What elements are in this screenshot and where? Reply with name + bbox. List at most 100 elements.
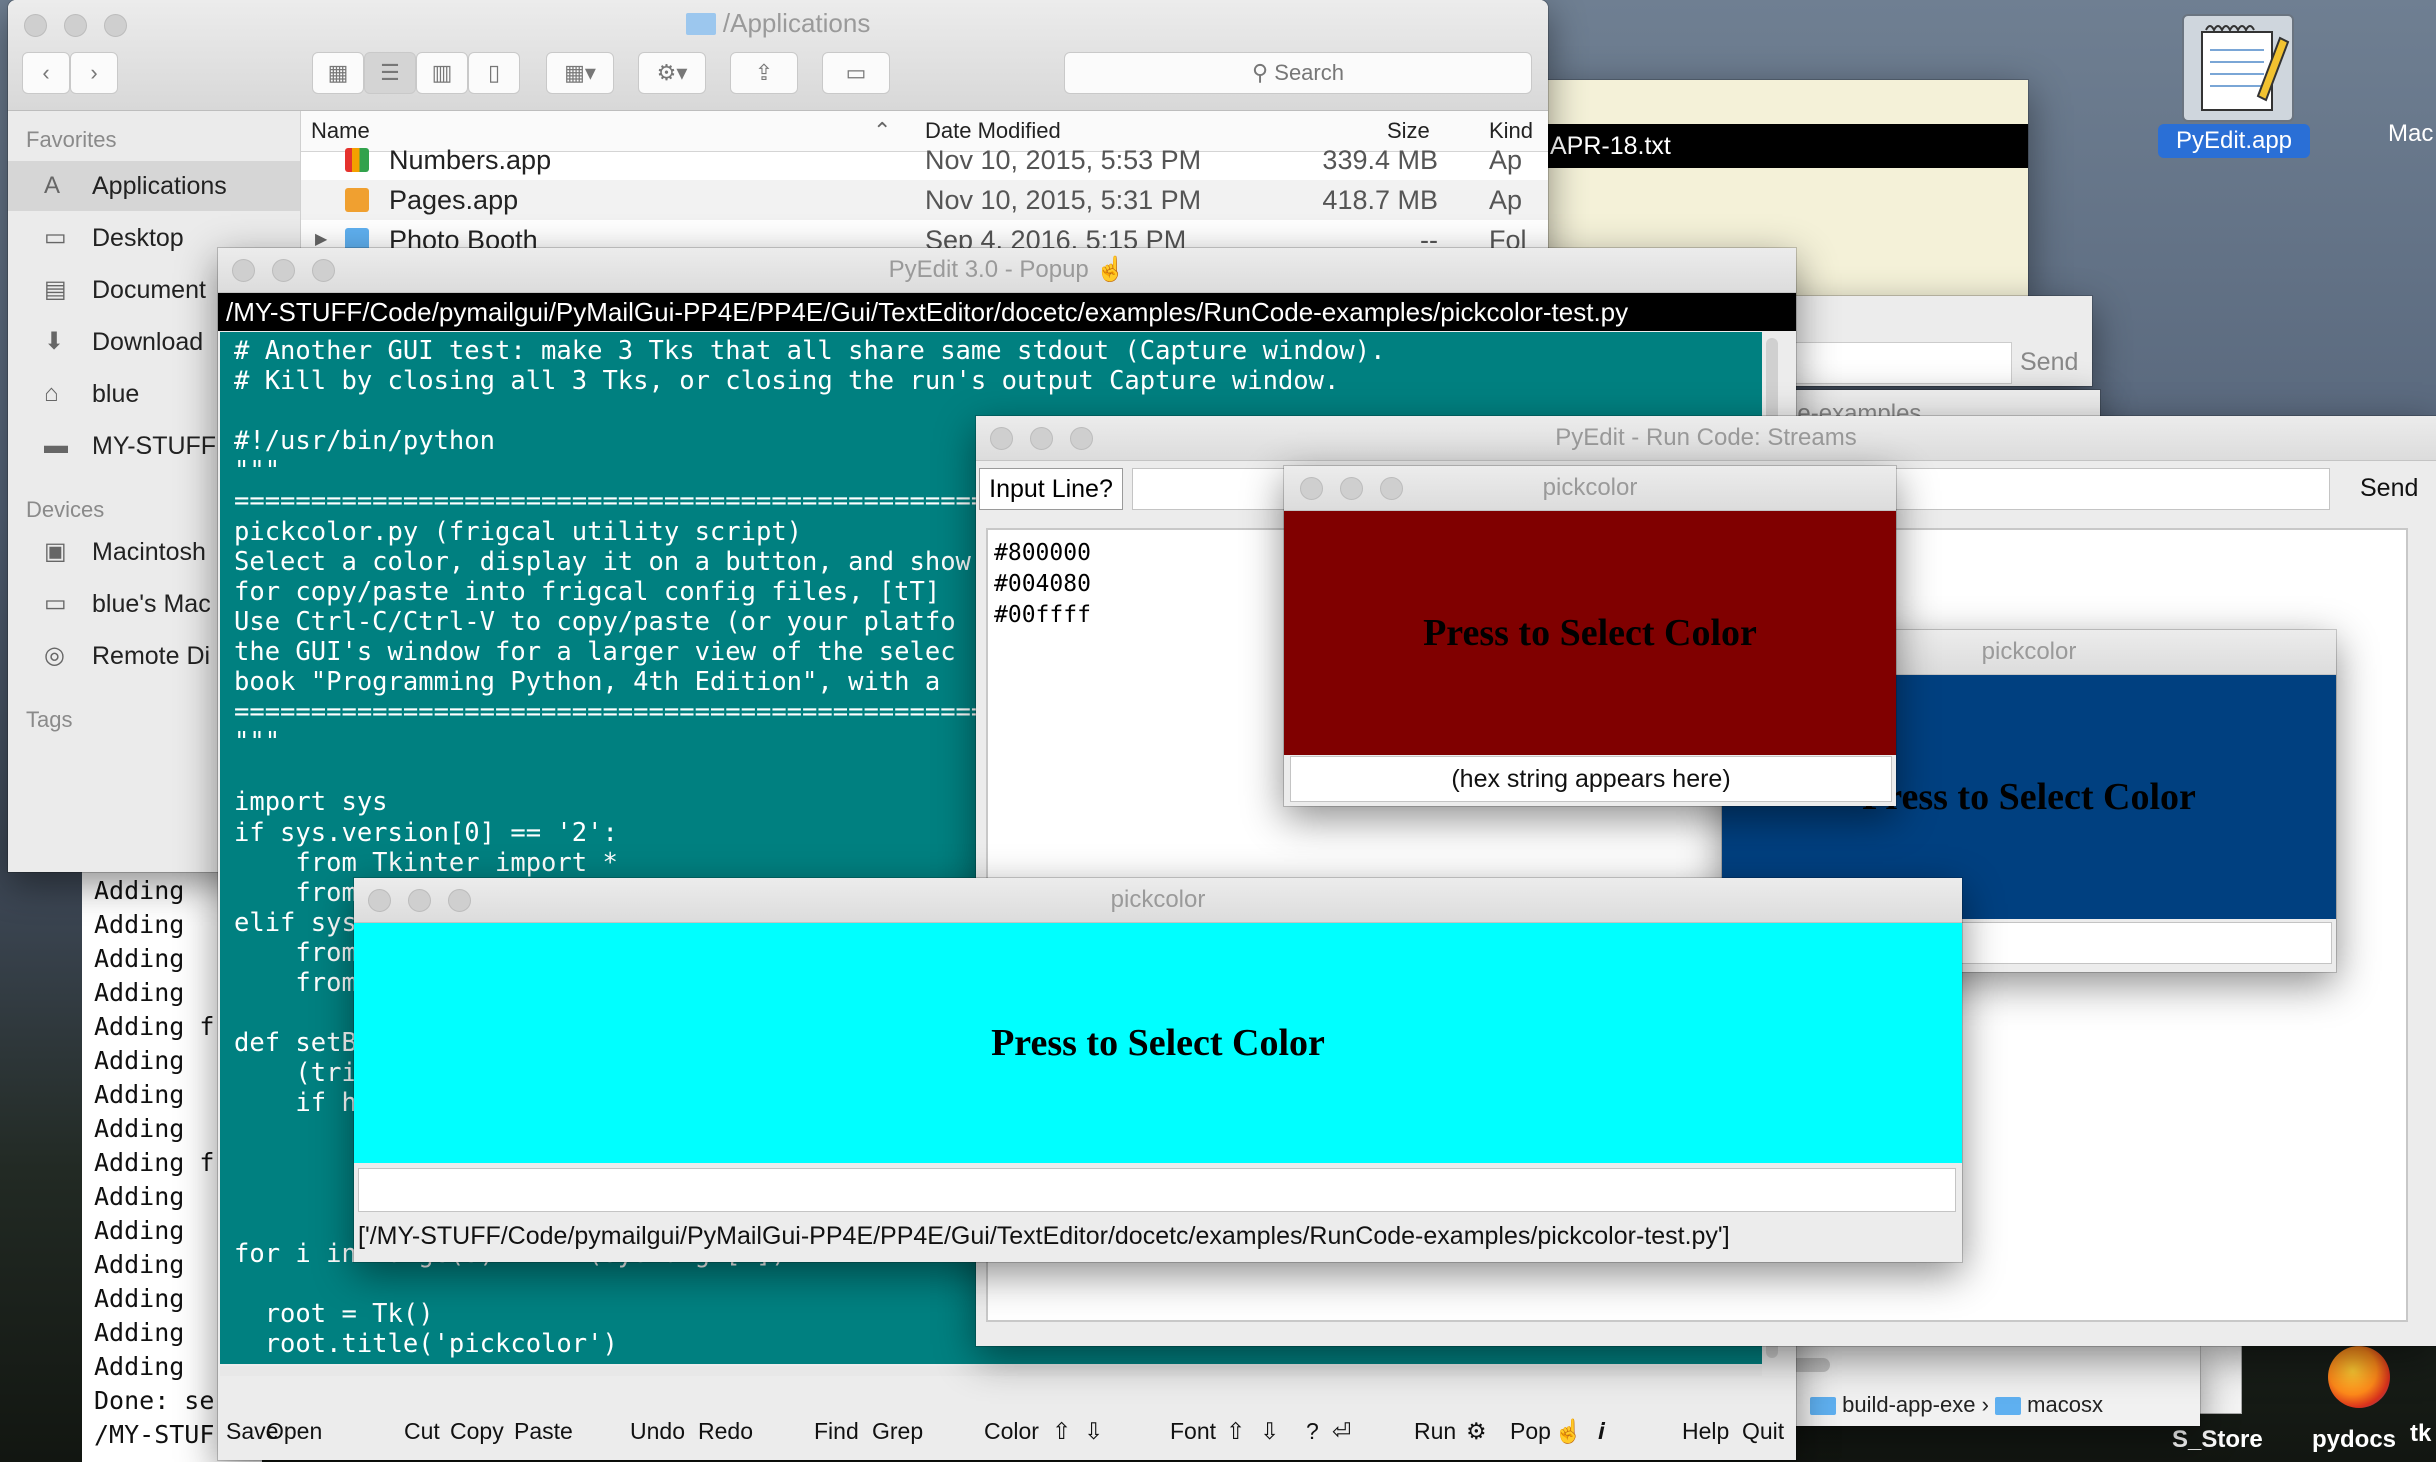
font-up-button[interactable]: ⇧ (1226, 1418, 1245, 1445)
minimize-button[interactable] (408, 889, 431, 912)
send-button[interactable]: Send (2360, 474, 2418, 503)
editor-h-scrollbar[interactable] (220, 1366, 1762, 1376)
zoom-button[interactable] (1070, 427, 1093, 450)
terminal-line: Adding (94, 978, 185, 1007)
cover-flow-icon: ▯ (487, 60, 501, 85)
hex-entry[interactable]: (hex string appears here) (1290, 756, 1892, 802)
pickcolor-titlebar[interactable]: pickcolor (354, 878, 1962, 923)
select-color-button[interactable]: Press to Select Color (1284, 511, 1896, 755)
share-button[interactable]: ⇪ (730, 52, 798, 94)
cover-flow-button[interactable]: ▯ (468, 52, 520, 94)
pyedit-app-label[interactable]: PyEdit.app (2158, 124, 2310, 158)
back-button[interactable]: ‹ (22, 52, 70, 94)
sidebar-item-label: Document (92, 276, 206, 304)
folder-icon: ▬ (44, 432, 68, 459)
font-button[interactable]: Font (1170, 1418, 1216, 1445)
desktop-item-label[interactable]: pydocs (2312, 1426, 2396, 1454)
font-down-button[interactable]: ⇩ (1260, 1418, 1279, 1445)
pop-hand-button[interactable]: ☝ (1554, 1418, 1583, 1445)
forward-button[interactable]: › (70, 52, 118, 94)
path-item[interactable]: macosx (2027, 1392, 2103, 1417)
goto-button[interactable]: ⏎ (1332, 1418, 1351, 1445)
arrange-icon: ▦▾ (564, 60, 596, 85)
chevron-right-icon: › (1981, 1392, 1996, 1417)
sidebar-item-label: Macintosh (92, 538, 206, 566)
action-button[interactable]: ⚙▾ (638, 52, 706, 94)
close-button[interactable] (990, 427, 1013, 450)
file-path-text: /MY-STUFF/Code/pymailgui/PyMailGui-PP4E/… (226, 297, 1629, 327)
redo-button[interactable]: Redo (698, 1418, 753, 1445)
file-kind: Ap (1489, 185, 1523, 215)
folder-icon (1810, 1397, 1836, 1416)
input-line-button[interactable]: Input Line? (979, 468, 1123, 510)
help-button[interactable]: Help (1682, 1418, 1729, 1445)
pop-button[interactable]: Pop (1510, 1418, 1551, 1445)
file-name: Numbers.app (389, 145, 552, 175)
documents-icon: ▤ (44, 276, 67, 303)
pyedit-app-desktop-icon[interactable] (2182, 14, 2294, 122)
select-color-label: Press to Select Color (1423, 612, 1757, 654)
runcode-titlebar[interactable]: PyEdit - Run Code: Streams (976, 416, 2436, 461)
minimize-button[interactable] (1030, 427, 1053, 450)
cut-button[interactable]: Cut (404, 1418, 440, 1445)
grep-button[interactable]: Grep (872, 1418, 923, 1445)
code-line: # Kill by closing all 3 Tks, or closing … (234, 366, 1340, 397)
about-button[interactable]: 𝒊 (1598, 1418, 1604, 1445)
color-button[interactable]: Color (984, 1418, 1039, 1445)
desktop-item-label[interactable]: tk (2410, 1420, 2431, 1448)
icon-view-button[interactable]: ▦ (312, 52, 364, 94)
close-button[interactable] (368, 889, 391, 912)
file-row[interactable]: Pages.app Nov 10, 2015, 5:31 PM 418.7 MB Ap (301, 180, 1548, 220)
text-file-name: APR-18.txt (1550, 132, 1671, 160)
info-button[interactable]: ? (1306, 1418, 1319, 1445)
zoom-button[interactable] (1380, 477, 1403, 500)
list-view-button[interactable]: ☰ (364, 52, 416, 94)
undo-button[interactable]: Undo (630, 1418, 685, 1445)
terminal-line: Adding (94, 1318, 185, 1347)
remote-disc-icon: ◎ (44, 642, 65, 669)
gear-icon: ⚙▾ (656, 60, 688, 85)
terminal-line: Adding (94, 1182, 185, 1211)
terminal-line: Adding (94, 1216, 185, 1245)
file-size: 418.7 MB (1322, 185, 1438, 215)
pickcolor-titlebar[interactable]: pickcolor (1284, 466, 1896, 511)
sidebar-item-label: Applications (92, 172, 227, 200)
hex-entry[interactable] (358, 1168, 1956, 1212)
terminal-line: Adding (94, 1080, 185, 1109)
close-button[interactable] (232, 259, 255, 282)
copy-button[interactable]: Copy (450, 1418, 504, 1445)
background-send-button[interactable]: Send (2020, 348, 2078, 377)
minimize-button[interactable] (1340, 477, 1363, 500)
arrange-button[interactable]: ▦▾ (546, 52, 614, 94)
columns-icon: ▥ (431, 60, 453, 85)
minimize-button[interactable] (272, 259, 295, 282)
quit-button[interactable]: Quit (1742, 1418, 1784, 1445)
zoom-button[interactable] (448, 889, 471, 912)
column-view-button[interactable]: ▥ (416, 52, 468, 94)
close-button[interactable] (1300, 477, 1323, 500)
select-color-button[interactable]: Press to Select Color (354, 923, 1962, 1163)
color-down-button[interactable]: ⇩ (1084, 1418, 1103, 1445)
output-line: #004080 (994, 571, 1091, 597)
sidebar-header-favorites: Favorites (26, 127, 117, 152)
run-gear-button[interactable]: ⚙ (1466, 1418, 1487, 1445)
file-date: Nov 10, 2015, 5:53 PM (925, 145, 1202, 175)
applications-icon: A (44, 172, 61, 199)
chevron-left-icon: ‹ (42, 60, 50, 85)
run-button[interactable]: Run (1414, 1418, 1456, 1445)
sidebar-item-applications[interactable]: A Applications (8, 161, 300, 211)
desktop-item-label[interactable]: S_Store (2172, 1426, 2263, 1454)
zoom-button[interactable] (312, 259, 335, 282)
firefox-icon[interactable] (2328, 1346, 2390, 1408)
search-field[interactable]: ⚲ Search (1064, 52, 1532, 94)
paste-button[interactable]: Paste (514, 1418, 573, 1445)
file-row[interactable]: Numbers.app Nov 10, 2015, 5:53 PM 339.4 MB… (301, 140, 1548, 180)
tags-button[interactable]: ▭ (822, 52, 890, 94)
app-icon (345, 188, 369, 212)
color-up-button[interactable]: ⇧ (1052, 1418, 1071, 1445)
path-item[interactable]: build-app-exe (1842, 1392, 1975, 1417)
path-bar-scrollbar[interactable] (1790, 1358, 1830, 1372)
open-button[interactable]: Open (266, 1418, 322, 1445)
find-button[interactable]: Find (814, 1418, 859, 1445)
pyedit-titlebar[interactable]: PyEdit 3.0 - Popup ☝ (218, 248, 1796, 293)
